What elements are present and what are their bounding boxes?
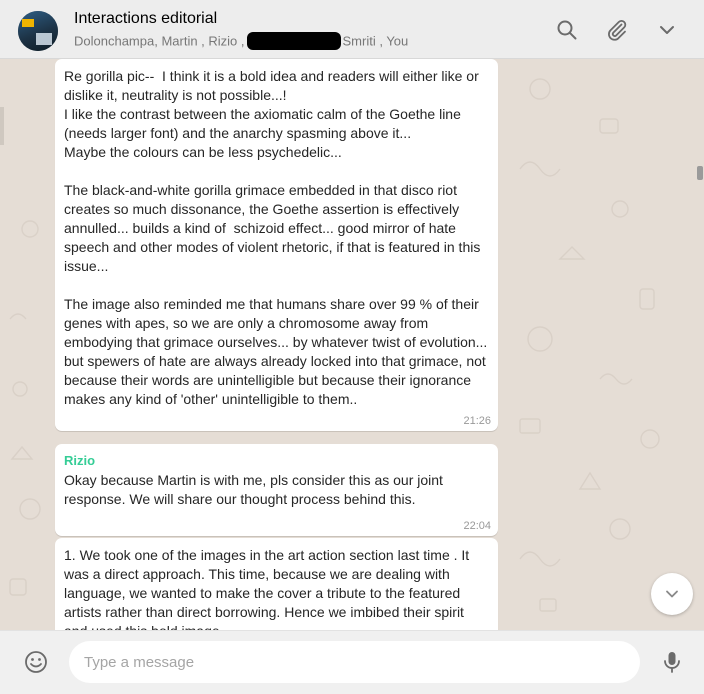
paperclip-icon[interactable] (605, 18, 629, 42)
message-text: 1. We took one of the images in the art … (64, 547, 470, 630)
chevron-down-icon[interactable] (655, 18, 679, 42)
sender-name[interactable]: Rizio (64, 452, 489, 469)
chat-header[interactable]: Interactions editorial Dolonchampa, Mart… (0, 0, 704, 59)
group-avatar[interactable] (18, 11, 58, 51)
chat-participants: Dolonchampa, Martin , Rizio , Smriti , Yo… (74, 32, 409, 51)
scroll-to-bottom-button[interactable] (651, 573, 693, 615)
redaction-bar (246, 32, 341, 50)
message-list[interactable]: Re gorilla pic-- I think it is a bold id… (0, 59, 704, 630)
emoji-icon[interactable] (23, 649, 49, 675)
message-text: Okay because Martin is with me, pls cons… (64, 472, 447, 507)
scrollbar-thumb[interactable] (697, 166, 703, 180)
participants-before: Dolonchampa, Martin , Rizio , (74, 33, 245, 49)
message-time: 22:04 (463, 520, 491, 532)
chat-title[interactable]: Interactions editorial (74, 10, 217, 28)
message-time: 21:26 (463, 415, 491, 427)
chevron-down-icon (666, 590, 678, 598)
search-icon[interactable] (555, 18, 579, 42)
participants-after: Smriti , You (342, 33, 409, 49)
message-input[interactable] (69, 641, 640, 683)
message-bubble[interactable]: Rizio Okay because Martin is with me, pl… (55, 444, 498, 536)
message-bubble[interactable]: Re gorilla pic-- I think it is a bold id… (55, 59, 498, 431)
microphone-icon[interactable] (659, 649, 685, 675)
window-edge-marker (0, 107, 4, 145)
message-text: Re gorilla pic-- I think it is a bold id… (64, 68, 488, 407)
message-bubble[interactable]: 1. We took one of the images in the art … (55, 538, 498, 630)
